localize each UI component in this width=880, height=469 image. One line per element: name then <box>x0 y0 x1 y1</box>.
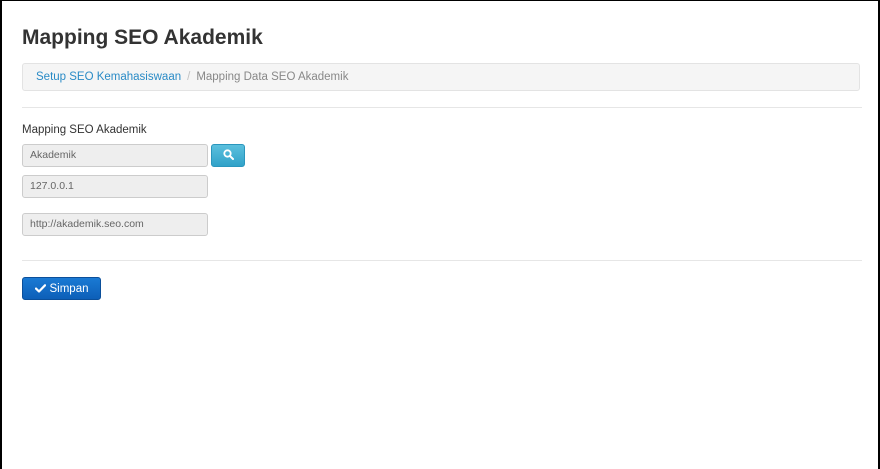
save-button-label: Simpan <box>49 282 89 295</box>
page-title: Mapping SEO Akademik <box>22 26 263 49</box>
form-label: Mapping SEO Akademik <box>22 124 147 136</box>
breadcrumb-current: Mapping Data SEO Akademik <box>196 71 349 83</box>
akademik-field[interactable]: Akademik <box>22 144 208 167</box>
breadcrumb-separator: / <box>187 71 191 83</box>
save-button[interactable]: Simpan <box>22 277 101 300</box>
ip-address-field[interactable]: 127.0.0.1 <box>22 175 208 198</box>
search-button[interactable] <box>211 144 245 167</box>
breadcrumb-link-setup-seo[interactable]: Setup SEO Kemahasiswaan <box>36 71 181 83</box>
divider-bottom <box>22 260 862 261</box>
url-field[interactable]: http://akademik.seo.com <box>22 213 208 236</box>
breadcrumb: Setup SEO Kemahasiswaan / Mapping Data SEO… <box>22 63 860 91</box>
search-icon <box>222 147 234 165</box>
check-icon <box>34 284 46 293</box>
divider-top <box>22 107 862 108</box>
